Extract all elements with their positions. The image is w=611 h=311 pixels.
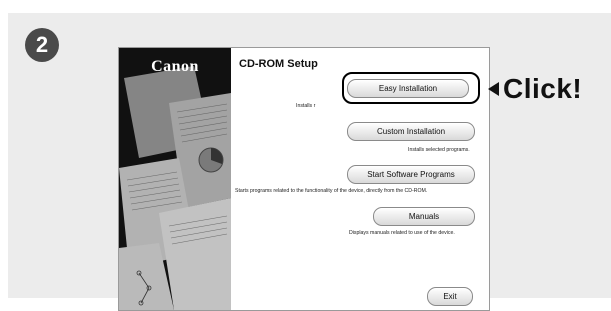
instruction-figure: 2 Canon CD-ROM Setup Easy Installation I… xyxy=(0,0,611,311)
exit-button[interactable]: Exit xyxy=(427,287,473,306)
easy-installation-description: Installs r xyxy=(296,103,316,109)
canon-logo: Canon xyxy=(151,58,199,75)
side-artwork: Canon xyxy=(119,48,231,310)
manuals-description: Displays manuals related to use of the d… xyxy=(349,230,455,236)
click-highlight-frame xyxy=(342,72,480,104)
custom-installation-description: Installs selected programs. xyxy=(408,147,470,153)
step-number-badge: 2 xyxy=(25,28,59,62)
manuals-button[interactable]: Manuals xyxy=(373,207,475,226)
click-callout: Click! xyxy=(488,73,582,105)
start-software-programs-button[interactable]: Start Software Programs xyxy=(347,165,475,184)
pointer-arrow-icon xyxy=(488,82,499,96)
custom-installation-button[interactable]: Custom Installation xyxy=(347,122,475,141)
window-title: CD-ROM Setup xyxy=(239,58,318,70)
document-collage-image xyxy=(119,48,231,310)
click-label: Click! xyxy=(503,73,583,104)
start-software-programs-description: Starts programs related to the functiona… xyxy=(235,188,428,194)
